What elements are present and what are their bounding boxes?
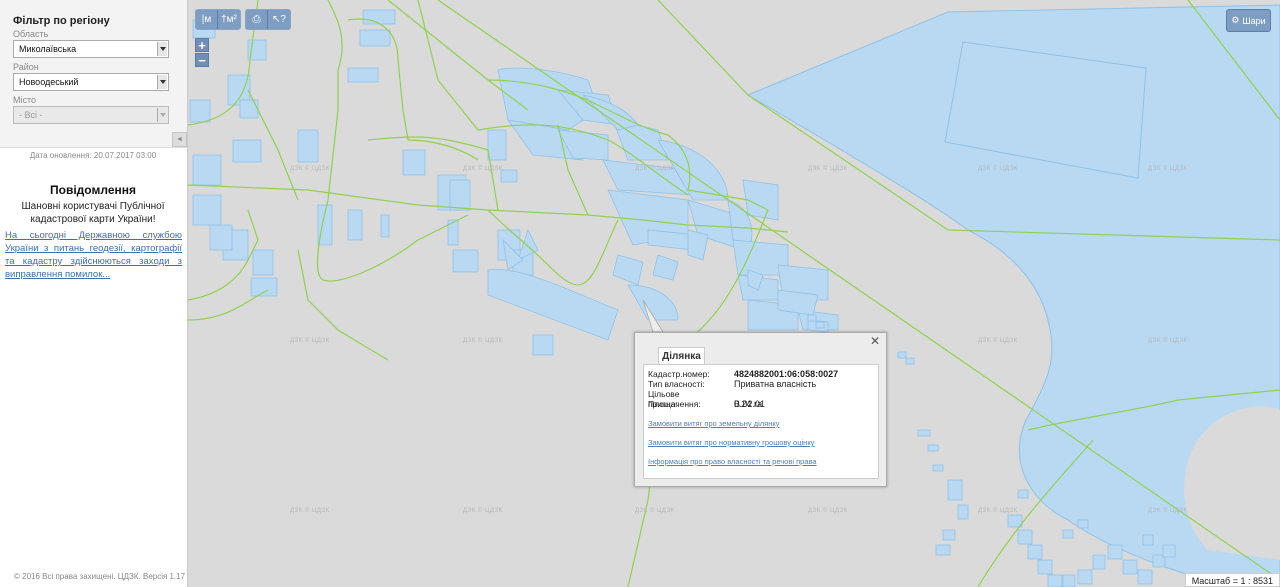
city-value: - Всі - xyxy=(19,110,43,120)
sidebar: Фільтр по регіону Область Миколаївська Р… xyxy=(0,0,188,587)
rayon-select[interactable]: Новоодеський xyxy=(13,73,169,91)
watermark: ДЗК © ЦДЗК xyxy=(290,166,330,172)
field-ownership-type: Тип власності: Приватна власність xyxy=(648,379,816,389)
region-filter-panel: Фільтр по регіону Область Миколаївська Р… xyxy=(0,0,187,148)
watermark: ДЗК © ЦДЗК xyxy=(1148,508,1188,514)
chevron-down-icon[interactable] xyxy=(157,75,167,89)
watermark: ДЗК © ЦДЗК xyxy=(290,338,330,344)
rayon-label: Район xyxy=(13,62,39,72)
field-key: Тип власності: xyxy=(648,379,705,389)
city-select[interactable]: - Всі - xyxy=(13,106,169,124)
close-icon[interactable]: ✕ xyxy=(870,335,880,347)
field-key: Кадастр.номер: xyxy=(648,369,710,379)
zoom-in-button[interactable]: + xyxy=(195,38,209,52)
notice-link[interactable]: На сьогодні Державною службою України з … xyxy=(5,229,182,281)
scale-indicator: Масштаб = 1 : 8531 xyxy=(1184,573,1280,587)
watermark: ДЗК © ЦДЗК xyxy=(978,166,1018,172)
map-layer xyxy=(188,0,1280,587)
update-date: Дата оновлення: 20.07.2017 03:00 xyxy=(29,151,157,160)
watermark: ДЗК © ЦДЗК xyxy=(808,508,848,514)
rayon-value: Новоодеський xyxy=(19,77,79,87)
field-value: 4824882001:06:058:0027 xyxy=(734,369,839,379)
gear-icon: ⚙ xyxy=(1231,15,1240,25)
notice-greeting: Шановні користувачі Публічної кадастрово… xyxy=(21,201,165,225)
map-canvas[interactable]: ДЗК © ЦДЗК ДЗК © ЦДЗК ДЗК © ЦДЗК ДЗК © Ц… xyxy=(188,0,1280,587)
ownership-info-link[interactable]: Інформація про право власності та речові… xyxy=(648,457,817,466)
measure-toolbar: |м †м² xyxy=(195,9,241,30)
oblast-label: Область xyxy=(13,29,49,39)
chevron-down-icon[interactable] xyxy=(157,42,167,56)
layers-label: Шари xyxy=(1242,15,1266,26)
printer-icon[interactable]: ⎙ xyxy=(246,10,268,29)
collapse-sidebar-button[interactable]: ◄ xyxy=(172,132,187,147)
tools-toolbar: ⎙ ↖? xyxy=(245,9,291,30)
parcels xyxy=(189,9,839,356)
watermark: ДЗК © ЦДЗК xyxy=(463,338,503,344)
filter-title: Фільтр по регіону xyxy=(13,15,110,27)
layers-button[interactable]: ⚙ Шари xyxy=(1226,9,1271,32)
chevron-down-icon xyxy=(157,108,167,122)
watermark: ДЗК © ЦДЗК xyxy=(1148,166,1188,172)
watermark: ДЗК © ЦДЗК xyxy=(808,166,848,172)
zoom-out-button[interactable]: − xyxy=(195,53,209,67)
area-ruler-icon[interactable]: †м² xyxy=(218,10,240,29)
watermark: ДЗК © ЦДЗК xyxy=(290,508,330,514)
field-area: Площа: 0.24 га xyxy=(648,399,762,409)
tab-parcel[interactable]: Ділянка xyxy=(658,347,705,365)
watermark: ДЗК © ЦДЗК xyxy=(978,508,1018,514)
order-valuation-extract-link[interactable]: Замовити витяг про нормативну грошову оц… xyxy=(648,438,814,447)
oblast-select[interactable]: Миколаївська xyxy=(13,40,169,58)
order-parcel-extract-link[interactable]: Замовити витяг про земельну ділянку xyxy=(648,419,780,428)
field-cadastral-number: Кадастр.номер: 4824882001:06:058:0027 xyxy=(648,369,838,379)
ruler-icon[interactable]: |м xyxy=(196,10,218,29)
oblast-value: Миколаївська xyxy=(19,44,77,54)
watermark: ДЗК © ЦДЗК xyxy=(635,166,675,172)
watermark: ДЗК © ЦДЗК xyxy=(463,508,503,514)
watermark: ДЗК © ЦДЗК xyxy=(978,338,1018,344)
app-root: Фільтр по регіону Область Миколаївська Р… xyxy=(0,0,1280,587)
watermark: ДЗК © ЦДЗК xyxy=(463,166,503,172)
field-value: 0.24 га xyxy=(734,399,763,409)
field-key: Площа: xyxy=(648,399,678,409)
parcel-popup: ✕ Ділянка Кадастр.номер: 4824882001:06:05… xyxy=(634,332,887,487)
city-label: Місто xyxy=(13,95,37,105)
notice-title: Повідомлення xyxy=(50,183,136,197)
field-value: Приватна власність xyxy=(734,379,817,389)
watermark: ДЗК © ЦДЗК xyxy=(1148,338,1188,344)
pointer-question-icon[interactable]: ↖? xyxy=(268,10,290,29)
watermark: ДЗК © ЦДЗК xyxy=(635,508,675,514)
copyright: © 2016 Всі права захищені. ЦДЗК. Версія … xyxy=(14,572,186,581)
popup-body: Кадастр.номер: 4824882001:06:058:0027 Тип… xyxy=(643,364,879,479)
